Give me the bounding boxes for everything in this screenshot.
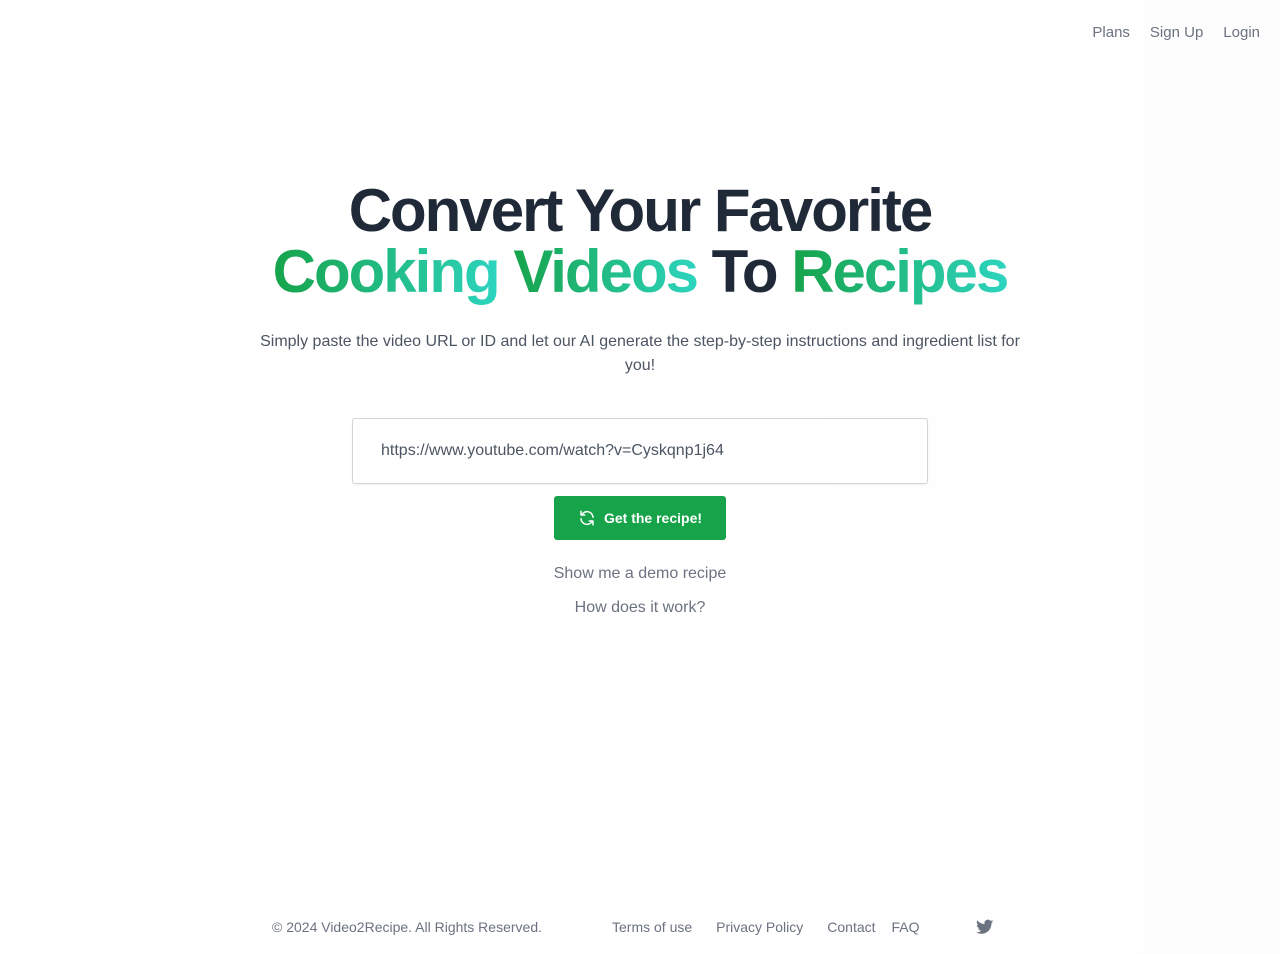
how-it-works-link[interactable]: How does it work?	[0, 596, 1280, 620]
headline-word-to: To	[711, 238, 779, 305]
footer: © 2024 Video2Recipe. All Rights Reserved…	[272, 915, 1012, 939]
twitter-icon[interactable]	[975, 918, 994, 936]
get-recipe-button[interactable]: Get the recipe!	[554, 496, 726, 540]
nav-plans-link[interactable]: Plans	[1092, 22, 1130, 44]
headline-word-cooking: Cooking	[272, 238, 501, 305]
refresh-icon	[580, 510, 594, 526]
copyright-text: © 2024 Video2Recipe. All Rights Reserved…	[272, 919, 542, 935]
footer-contact-link[interactable]: Contact	[827, 919, 875, 935]
nav-login-link[interactable]: Login	[1223, 22, 1260, 44]
headline-word-videos: Videos	[513, 238, 699, 305]
secondary-links: Show me a demo recipe How does it work?	[0, 562, 1280, 620]
video-url-field-wrapper	[352, 418, 928, 484]
footer-terms-link[interactable]: Terms of use	[612, 919, 692, 935]
headline-word-recipes: Recipes	[791, 238, 1009, 305]
demo-recipe-link[interactable]: Show me a demo recipe	[0, 562, 1280, 586]
nav-signup-link[interactable]: Sign Up	[1150, 22, 1203, 44]
video-url-input[interactable]	[381, 442, 899, 460]
page-title: Convert Your Favorite Cooking Videos To …	[0, 180, 1280, 302]
footer-privacy-link[interactable]: Privacy Policy	[716, 919, 803, 935]
top-nav: Plans Sign Up Login	[1092, 22, 1260, 44]
get-recipe-label: Get the recipe!	[603, 510, 703, 526]
footer-faq-link[interactable]: FAQ	[892, 919, 920, 935]
headline-line-1: Convert Your Favorite	[348, 177, 934, 244]
hero-subtitle: Simply paste the video URL or ID and let…	[260, 333, 1020, 374]
hero-section: Convert Your Favorite Cooking Videos To …	[0, 180, 1280, 630]
